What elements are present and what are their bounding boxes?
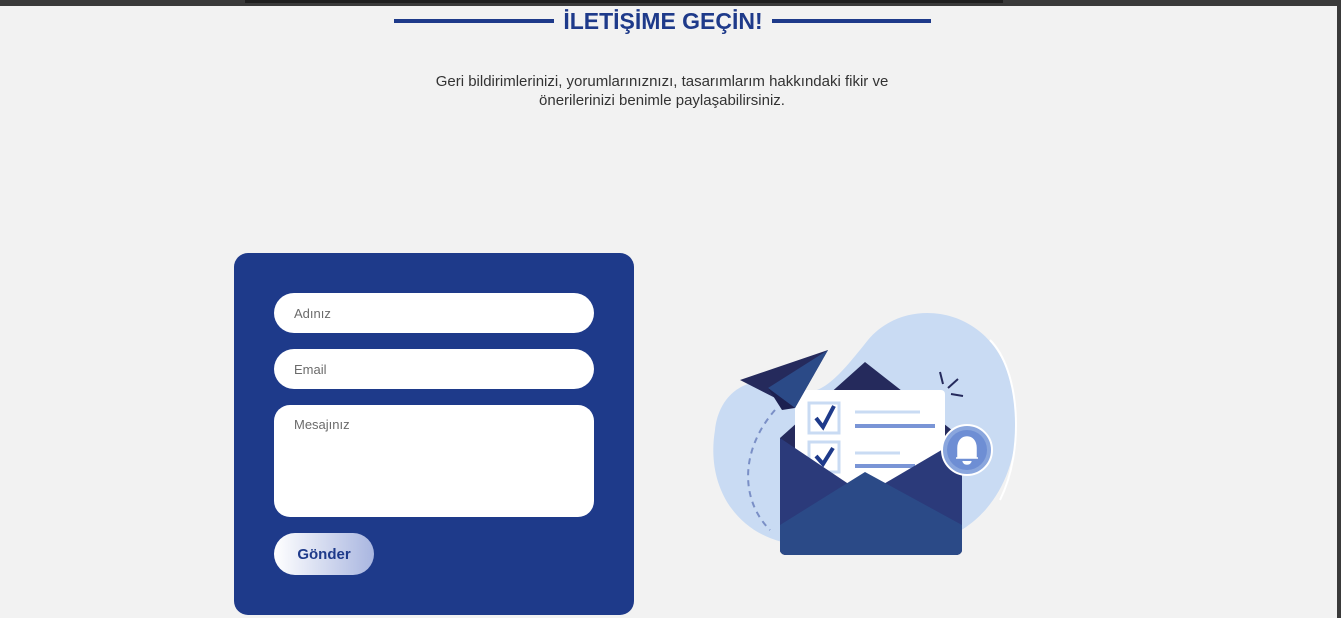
email-input[interactable] [274, 349, 594, 389]
title-rule-left [394, 19, 554, 23]
page-subtitle: Geri bildirimlerinizi, yorumlarınıznızı,… [435, 73, 889, 109]
scrollbar[interactable] [1337, 6, 1341, 618]
title-rule-right [772, 19, 931, 23]
contact-form: Gönder [234, 253, 634, 615]
name-input[interactable] [274, 293, 594, 333]
contact-title-row: İLETİŞİME GEÇİN! [0, 6, 1325, 36]
browser-top-bar-inner [245, 0, 1003, 3]
page-title: İLETİŞİME GEÇİN! [563, 8, 763, 34]
send-button[interactable]: Gönder [274, 533, 374, 575]
envelope-illustration [713, 313, 1018, 555]
message-textarea[interactable] [274, 405, 594, 517]
